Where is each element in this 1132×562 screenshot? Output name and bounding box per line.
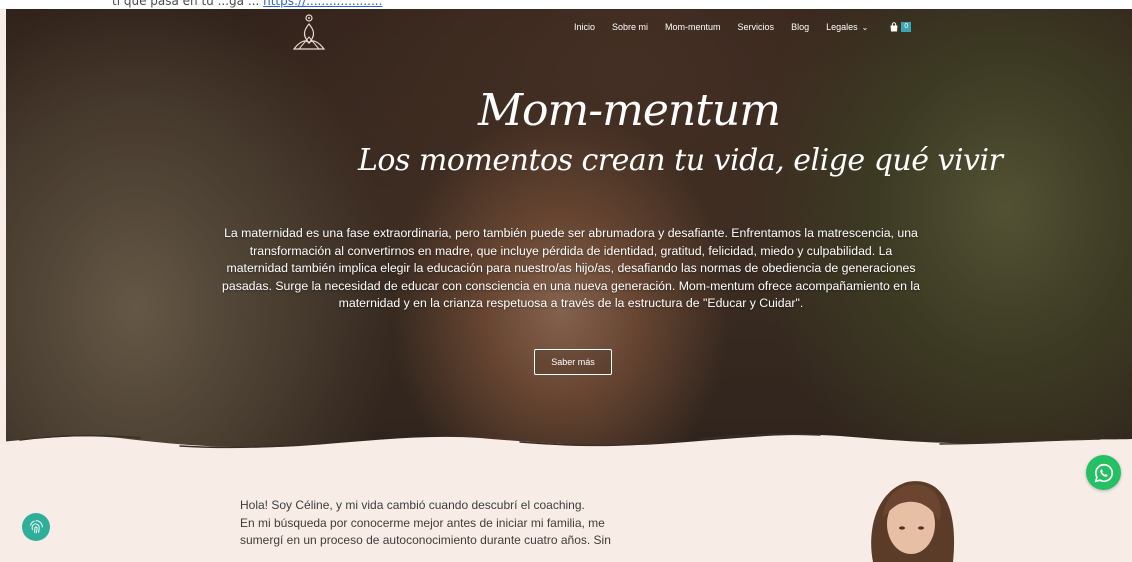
portrait-illustration (871, 481, 955, 562)
cart-button[interactable]: 0 (889, 22, 912, 32)
nav-item-legales-label: Legales (826, 22, 858, 32)
whatsapp-button[interactable] (1086, 455, 1121, 490)
site-logo[interactable] (290, 13, 328, 53)
nav-item-blog[interactable]: Blog (791, 22, 809, 32)
top-announcement-bar: ti que pasa en tu ...ga ... https://....… (0, 0, 1132, 9)
wave-divider (0, 433, 1132, 460)
intro-line-2: En mi búsqueda por conocerme mejor antes… (240, 515, 605, 530)
whatsapp-icon (1094, 463, 1113, 482)
intro-line-3: sumergí en un proceso de autoconocimient… (240, 533, 611, 547)
intro-text: Hola! Soy Céline, y mi vida cambió cuand… (240, 497, 700, 550)
hero-title: Mom-mentum (478, 85, 781, 136)
announcement-text: ti que pasa en tu ...ga ... https://....… (112, 0, 382, 8)
nav-item-mom-mentum[interactable]: Mom-mentum (665, 22, 721, 32)
nav-item-inicio[interactable]: Inicio (574, 22, 595, 32)
announcement-link[interactable]: https://.................... (263, 0, 382, 8)
cookie-settings-button[interactable] (22, 513, 50, 541)
announcement-prefix: ti que pasa en tu ...ga ... (112, 0, 260, 8)
fingerprint-icon (30, 520, 43, 534)
cart-count-badge: 0 (901, 22, 912, 32)
hero-subtitle: Los momentos crean tu vida, elige qué vi… (358, 143, 1003, 178)
portrait-photo (855, 462, 965, 562)
intro-line-1: Hola! Soy Céline, y mi vida cambió cuand… (240, 498, 585, 512)
shopping-bag-icon (890, 22, 898, 32)
nav-item-sobre-mi[interactable]: Sobre mi (612, 22, 648, 32)
chevron-down-icon: ⌄ (861, 23, 869, 32)
nav-item-servicios[interactable]: Servicios (738, 22, 775, 32)
hero-description: La maternidad es una fase extraordinaria… (222, 226, 920, 311)
saber-mas-button[interactable]: Saber más (534, 349, 612, 375)
lotus-figure-logo-icon (292, 14, 326, 50)
nav-item-legales[interactable]: Legales ⌄ (826, 22, 868, 32)
main-navigation: Inicio Sobre mi Mom-mentum Servicios Blo… (574, 22, 912, 32)
